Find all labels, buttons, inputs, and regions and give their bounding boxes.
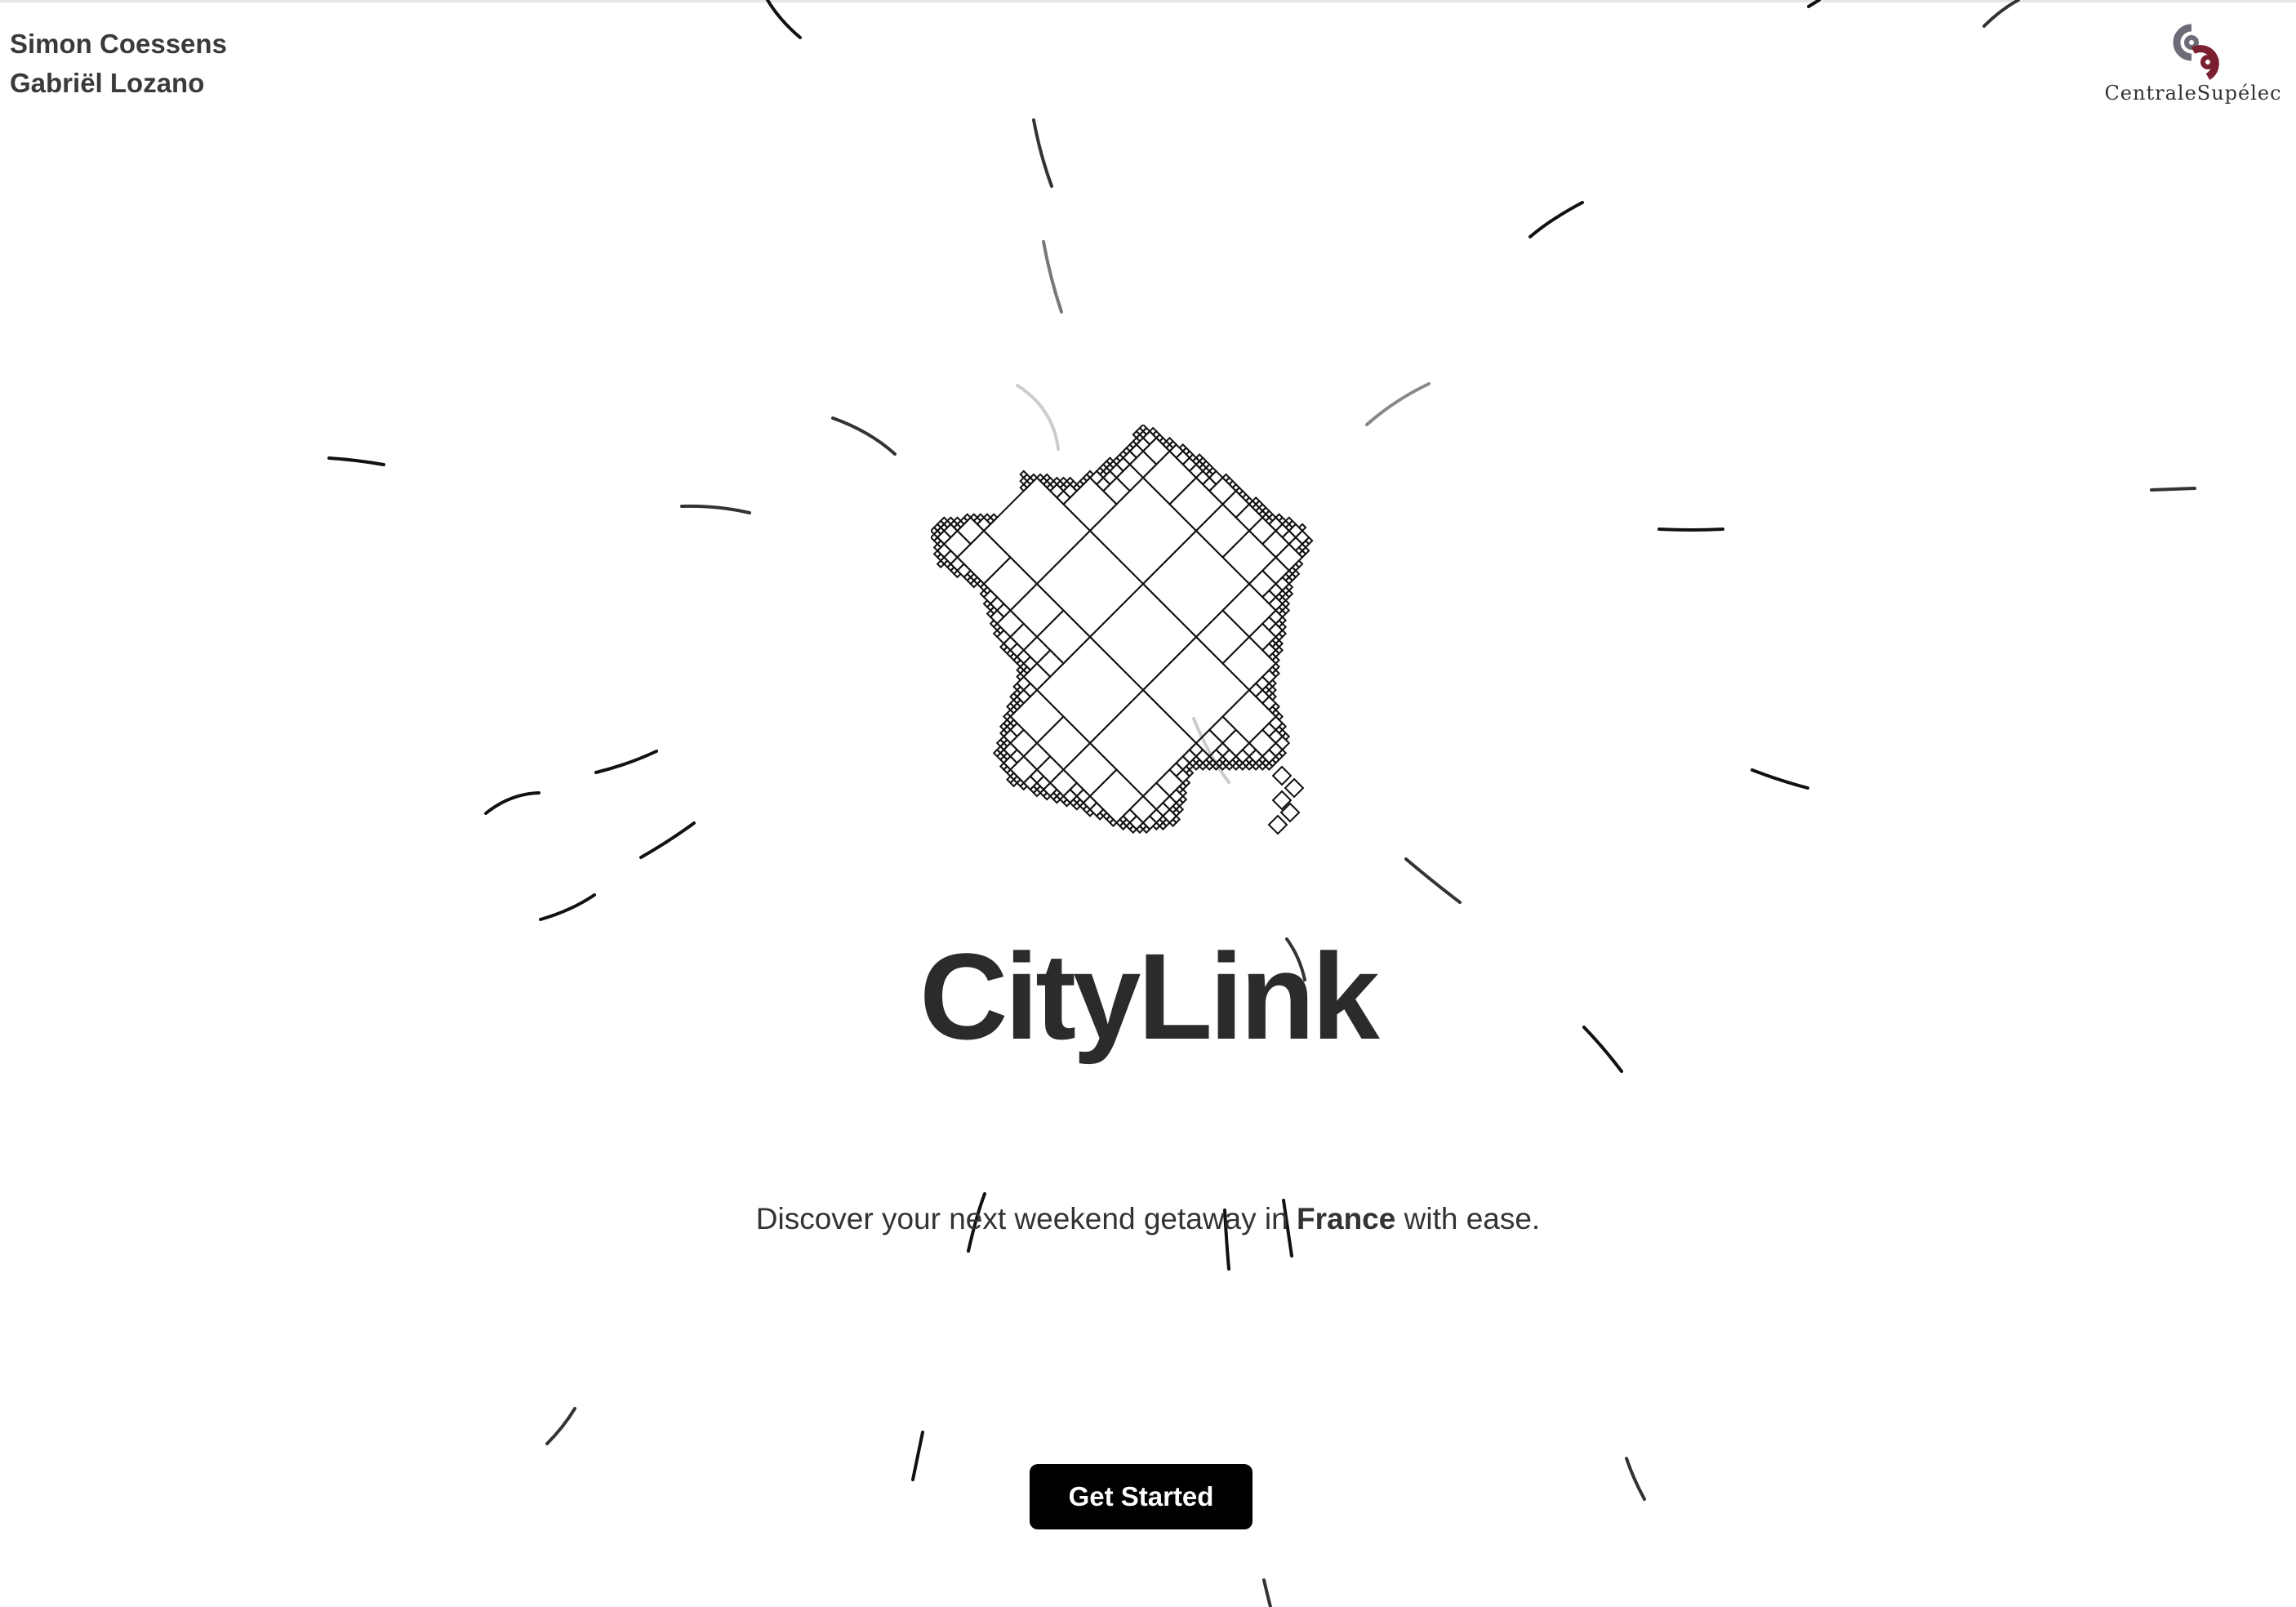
app-title: CityLink bbox=[919, 928, 1380, 1065]
author-name: Simon Coessens bbox=[10, 29, 227, 59]
school-name: CentraleSupélec bbox=[2104, 82, 2282, 105]
get-started-button[interactable]: Get Started bbox=[1030, 1464, 1253, 1529]
top-border bbox=[0, 0, 2296, 2]
centralesupelec-logo: CentraleSupélec bbox=[2103, 18, 2283, 116]
tagline-emphasis: France bbox=[1297, 1202, 1396, 1235]
author-name: Gabriël Lozano bbox=[10, 68, 205, 98]
france-map-icon bbox=[929, 423, 1331, 849]
tagline: Discover your next weekend getaway in Fr… bbox=[0, 1199, 2296, 1240]
centralesupelec-logo-icon bbox=[2173, 24, 2219, 80]
tagline-text: Discover your next weekend getaway in bbox=[755, 1202, 1297, 1235]
tagline-text-end: with ease. bbox=[1395, 1202, 1541, 1235]
author-names: Simon Coessens Gabriël Lozano bbox=[10, 24, 227, 103]
